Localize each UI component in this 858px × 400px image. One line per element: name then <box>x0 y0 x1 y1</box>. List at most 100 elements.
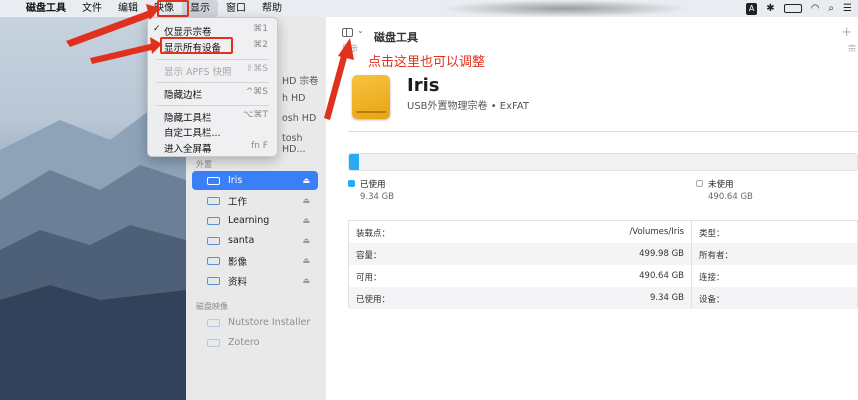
info-value: 499.98 GB <box>639 249 684 259</box>
info-key-right: 类型： <box>699 229 725 239</box>
menu-bar: 磁盘工具 文件 编辑 映像 显示 窗口 帮助 A ✱ ◠ ⌕ ☰ <box>0 0 858 17</box>
menu-item-label: 隐藏工具栏 <box>164 113 212 124</box>
sidebar-item-label: Zotero <box>228 337 260 348</box>
sidebar-item-data[interactable]: 资料 ⏏ <box>192 271 318 290</box>
menu-item-show-volumes-only[interactable]: ✓ 仅显示宗卷 ⌘1 <box>148 22 277 38</box>
disk-icon <box>207 276 220 285</box>
info-key-right: 设备： <box>699 295 725 305</box>
volume-subtitle: USB外置物理宗卷 • ExFAT <box>407 101 530 112</box>
disk-image-icon <box>207 318 220 327</box>
menu-separator <box>156 59 269 60</box>
menu-item-label: 进入全屏幕 <box>164 144 212 155</box>
annotation-text: 点击这里也可以调整 <box>368 55 486 70</box>
sidebar-header-external: 外置 <box>196 160 212 169</box>
main-pane: ⌄ 显示 磁盘工具 + 宗 点击这里也可以调整 Iris USB外置物理宗卷 •… <box>326 17 858 400</box>
sidebar-header-disk-images: 磁盘映像 <box>196 302 228 311</box>
menu-item-shortcut: ⌥⌘T <box>243 110 268 120</box>
eject-icon[interactable]: ⏏ <box>302 276 310 285</box>
table-row: 已使用： 9.34 GB 设备： <box>349 287 857 309</box>
menu-item-hide-sidebar[interactable]: 隐藏边栏 ^⌘S <box>148 85 277 101</box>
apple-menu-icon[interactable] <box>10 0 26 17</box>
sidebar-item-zotero[interactable]: Zotero <box>192 333 318 352</box>
sidebar-item-work[interactable]: 工作 ⏏ <box>192 191 318 210</box>
menubar-help[interactable]: 帮助 <box>254 0 290 17</box>
menu-item-label: 仅显示宗卷 <box>164 27 212 38</box>
search-icon[interactable]: ⌕ <box>828 3 834 14</box>
menu-separator <box>156 105 269 106</box>
usage-bar-used-fill <box>349 154 360 170</box>
chevron-down-icon[interactable]: ⌄ <box>357 26 364 35</box>
input-source-icon[interactable]: A <box>745 2 758 15</box>
sidebar-item-label: 影像 <box>228 256 248 268</box>
table-row: 容量： 499.98 GB 所有者： <box>349 243 857 265</box>
divider <box>348 131 858 132</box>
battery-icon[interactable] <box>783 4 802 13</box>
menu-item-shortcut: fn F <box>251 141 268 151</box>
table-row: 装载点： /Volumes/Iris 类型： <box>349 221 857 243</box>
toolbar-show-label: 显示 <box>342 44 358 53</box>
disk-icon <box>207 256 220 265</box>
info-key: 容量： <box>356 251 382 261</box>
eject-icon[interactable]: ⏏ <box>302 256 310 265</box>
sidebar-item-iris[interactable]: Iris ⏏ <box>192 171 318 190</box>
menu-item-label: 显示 APFS 快照 <box>164 67 232 78</box>
sidebar-hidden-fragment: HD 宗卷 <box>282 76 319 87</box>
sidebar-item-images[interactable]: 影像 ⏏ <box>192 251 318 270</box>
bluetooth-icon[interactable]: ✱ <box>766 3 774 14</box>
sidebar-item-label: 资料 <box>228 276 248 288</box>
disk-utility-window: HD 宗卷 h HD osh HD tosh HD... 外置 Iris ⏏ 工… <box>186 17 858 400</box>
disk-icon <box>207 176 220 185</box>
eject-icon[interactable]: ⏏ <box>302 236 310 245</box>
sidebar-item-nutstore[interactable]: Nutstore Installer <box>192 313 318 332</box>
menu-item-enter-full-screen[interactable]: 进入全屏幕 fn F <box>148 139 277 155</box>
sidebar-item-label: 工作 <box>228 196 248 208</box>
menu-item-shortcut: ⌘2 <box>253 40 268 50</box>
add-volume-icon[interactable]: + <box>841 25 852 40</box>
menubar-edit[interactable]: 编辑 <box>110 0 146 17</box>
disk-icon <box>207 236 220 245</box>
info-key: 已使用： <box>356 295 391 305</box>
used-legend-swatch <box>348 180 355 187</box>
menu-item-customize-toolbar[interactable]: 自定工具栏... <box>148 123 277 139</box>
sidebar-hidden-fragment: h HD <box>282 93 306 104</box>
menubar-app-name[interactable]: 磁盘工具 <box>26 0 74 17</box>
window-title: 磁盘工具 <box>374 31 418 44</box>
disk-icon <box>207 196 220 205</box>
eject-icon[interactable]: ⏏ <box>302 176 310 185</box>
sidebar-item-label: Nutstore Installer <box>228 317 311 328</box>
disk-icon <box>207 216 220 225</box>
sidebar-item-label: Learning <box>228 215 270 226</box>
external-drive-icon <box>352 75 390 119</box>
menu-item-label: 自定工具栏... <box>164 128 221 139</box>
menubar-file[interactable]: 文件 <box>74 0 110 17</box>
info-key-right: 连接： <box>699 273 725 283</box>
table-row: 可用： 490.64 GB 连接： <box>349 265 857 287</box>
wifi-icon[interactable]: ◠ <box>811 3 820 14</box>
sidebar-toggle-icon[interactable] <box>342 28 353 37</box>
control-center-icon[interactable]: ☰ <box>843 3 852 14</box>
menu-item-show-apfs-snapshots[interactable]: 显示 APFS 快照 ⇧⌘S <box>148 62 277 78</box>
free-legend-value: 490.64 GB <box>708 192 753 202</box>
sidebar-item-santa[interactable]: santa ⏏ <box>192 231 318 250</box>
info-value: 490.64 GB <box>639 271 684 281</box>
free-legend-swatch <box>696 180 703 187</box>
info-value: 9.34 GB <box>649 293 684 303</box>
menu-item-hide-toolbar[interactable]: 隐藏工具栏 ⌥⌘T <box>148 108 277 124</box>
menu-separator <box>156 82 269 83</box>
free-legend-label: 未使用 <box>708 180 734 190</box>
sidebar-hidden-fragment: osh HD <box>282 113 317 124</box>
checkmark-icon: ✓ <box>153 24 161 34</box>
volume-name: Iris <box>407 75 440 96</box>
menu-item-label: 隐藏边栏 <box>164 90 203 101</box>
disk-image-icon <box>207 338 220 347</box>
menubar-window[interactable]: 窗口 <box>218 0 254 17</box>
eject-icon[interactable]: ⏏ <box>302 216 310 225</box>
eject-icon[interactable]: ⏏ <box>302 196 310 205</box>
view-dropdown-menu: ✓ 仅显示宗卷 ⌘1 显示所有设备 ⌘2 显示 APFS 快照 ⇧⌘S 隐藏边栏… <box>147 17 278 157</box>
info-table: 装载点： /Volumes/Iris 类型： 容量： 499.98 GB 所有者… <box>348 220 858 309</box>
status-area: A ✱ ◠ ⌕ ☰ <box>745 0 852 17</box>
usage-bar <box>348 153 858 171</box>
menu-item-shortcut: ⇧⌘S <box>245 64 268 74</box>
view-menu-highlight-annotation <box>157 0 189 17</box>
sidebar-item-learning[interactable]: Learning ⏏ <box>192 211 318 230</box>
